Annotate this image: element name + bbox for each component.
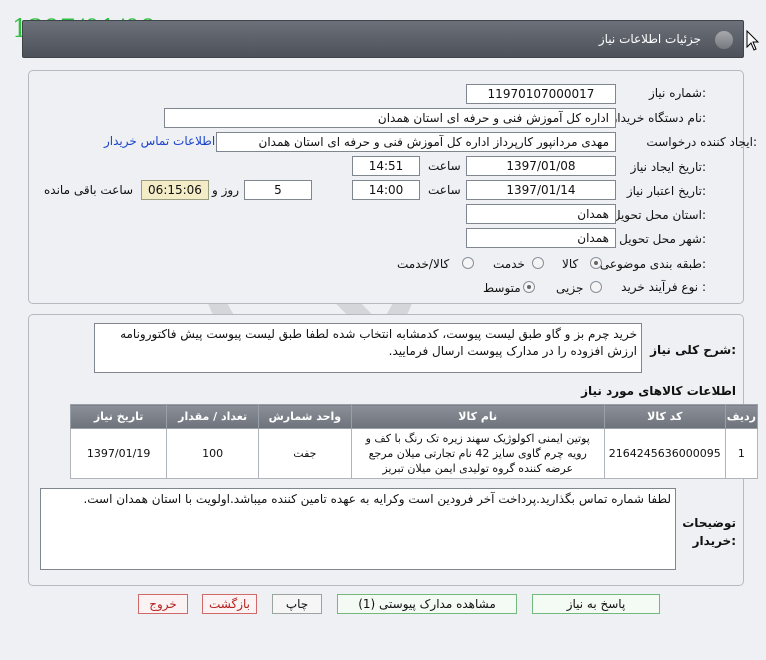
col-unit: واحد شمارش (258, 404, 352, 429)
province-field: همدان (466, 204, 616, 224)
category-option-service: خدمت (493, 257, 525, 271)
buyer-notes-text: لطفا شماره تماس بگذارید.پرداخت آخر فرودی… (40, 488, 676, 570)
page-title: جزئیات اطلاعات نیاز (598, 32, 701, 46)
validity-time-field: 14:00 (352, 180, 420, 200)
summary-text: خرید چرم بز و گاو طبق لیست پیوست، کدمشاب… (94, 323, 642, 373)
table-row: 1 2164245636000095 پوتین ایمنی اکولوژیک … (69, 428, 759, 479)
page-header: جزئیات اطلاعات نیاز (22, 20, 744, 58)
col-name: نام کالا (350, 404, 605, 429)
city-label: شهر محل تحویل: (619, 232, 706, 246)
buyer-org-field: اداره کل آموزش فنی و حرفه ای استان همدان (164, 108, 616, 128)
days-label: روز و (212, 183, 239, 197)
validity-date-field: 1397/01/14 (466, 180, 616, 200)
category-radio-service[interactable] (532, 257, 544, 269)
need-number-field: 11970107000017 (466, 84, 616, 104)
col-date: تاریخ نیاز (69, 404, 168, 429)
created-date-label: تاریخ ایجاد نیاز: (630, 160, 706, 174)
view-documents-button[interactable]: مشاهده مدارک پیوستی (1) (337, 594, 517, 614)
cell-unit: جفت (258, 428, 352, 479)
remaining-days-field: 5 (244, 180, 312, 200)
created-date-field: 1397/01/08 (466, 156, 616, 176)
requester-field: مهدی مردانپور کارپرداز اداره کل آموزش فن… (216, 132, 616, 152)
category-option-goods: کالا (562, 257, 579, 271)
city-field: همدان (466, 228, 616, 248)
requester-label: ایجاد کننده درخواست: (646, 135, 757, 149)
province-label: استان محل تحویل: (611, 208, 706, 222)
process-radio-medium[interactable] (523, 281, 535, 293)
process-option-medium: متوسط (483, 281, 521, 295)
need-number-label: شماره نیاز: (648, 86, 706, 100)
category-radio-both[interactable] (462, 257, 474, 269)
buyer-contact-link[interactable]: اطلاعات تماس خریدار (104, 134, 215, 148)
mouse-pointer-icon (746, 30, 760, 51)
exit-button[interactable]: خروج (138, 594, 188, 614)
cell-date: 1397/01/19 (69, 428, 168, 479)
category-radio-goods[interactable] (590, 257, 602, 269)
items-section-title: اطلاعات کالاهای مورد نیاز (581, 384, 736, 398)
cell-code: 2164245636000095 (603, 428, 726, 479)
col-qty: تعداد / مقدار (166, 404, 260, 429)
summary-label: شرح کلی نیاز: (650, 343, 736, 357)
remaining-time-field: 06:15:06 (141, 180, 209, 200)
print-button[interactable]: چاپ (272, 594, 322, 614)
category-option-both: کالا/خدمت (397, 257, 450, 271)
header-circle-icon (715, 31, 733, 49)
cell-row: 1 (724, 428, 759, 479)
cell-name: پوتین ایمنی اکولوژیک سهند زیره تک رنگ با… (350, 428, 605, 479)
back-button[interactable]: بازگشت (202, 594, 257, 614)
cell-qty: 100 (166, 428, 260, 479)
items-table: ردیف کد کالا نام کالا واحد شمارش تعداد /… (69, 404, 759, 479)
buyer-org-label: نام دستگاه خریدار: (611, 111, 707, 125)
process-option-minor: جزیی (556, 281, 584, 295)
created-time-label: ساعت (428, 159, 461, 173)
col-code: کد کالا (603, 404, 726, 429)
validity-date-label: تاریخ اعتبار نیاز: (626, 184, 706, 198)
created-time-field: 14:51 (352, 156, 420, 176)
validity-time-label: ساعت (428, 183, 461, 197)
remaining-label: ساعت باقی مانده (44, 183, 134, 197)
reply-button[interactable]: پاسخ به نیاز (532, 594, 660, 614)
category-label: طبقه بندی موضوعی: (599, 257, 706, 271)
col-row: ردیف (724, 404, 759, 429)
buyer-notes-label: توضیحات خریدار: (682, 516, 736, 548)
process-radio-minor[interactable] (590, 281, 602, 293)
process-label: نوع فرآیند خرید : (621, 280, 706, 294)
